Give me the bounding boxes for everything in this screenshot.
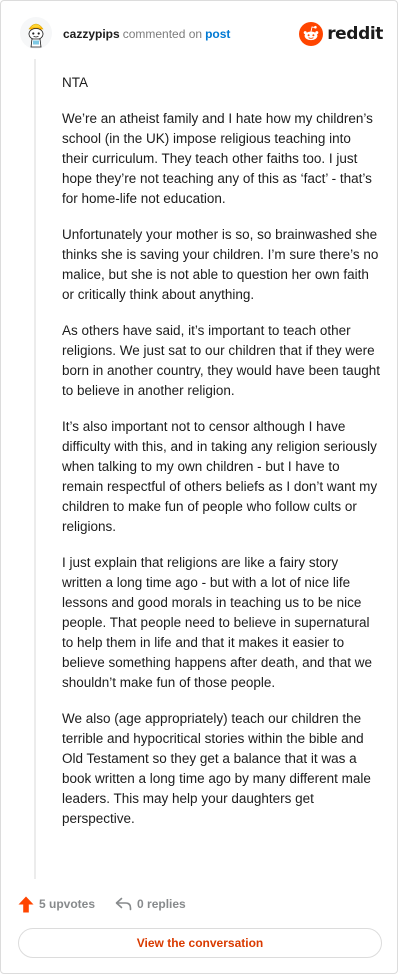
reddit-wordmark: reddit (327, 24, 383, 44)
replies-count: 0 replies (137, 897, 186, 911)
thread-line[interactable] (34, 59, 36, 879)
upvote-arrow-icon (18, 896, 34, 912)
upvote-button[interactable]: 5 upvotes (18, 896, 95, 913)
comment-meta: cazzypips commented on post (63, 27, 230, 41)
author-name[interactable]: cazzypips (63, 27, 120, 41)
comment-card: cazzypips commented on post reddit NTA We’… (0, 0, 398, 974)
comment-actions: 5 upvotes 0 replies (18, 893, 186, 915)
post-link[interactable]: post (205, 27, 230, 41)
reply-button[interactable]: 0 replies (115, 897, 186, 911)
comment-paragraph: We also (age appropriately) teach our ch… (62, 711, 371, 826)
upvotes-count: 5 upvotes (39, 897, 96, 911)
reddit-snoo-icon (299, 22, 324, 46)
comment-paragraph: Unfortunately your mother is so, so brai… (62, 227, 379, 302)
comment-paragraph: It’s also important not to censor althou… (62, 419, 378, 534)
comment-paragraph: NTA (62, 75, 88, 90)
comment-paragraph: I just explain that religions are like a… (62, 555, 372, 690)
comment-body: NTA We’re an atheist family and I hate h… (62, 73, 380, 845)
comment-header: cazzypips commented on post reddit (1, 1, 399, 65)
avatar-icon (20, 17, 52, 49)
reddit-logo[interactable]: reddit (299, 21, 383, 47)
reply-arrow-icon (115, 897, 132, 911)
view-conversation-button[interactable]: View the conversation (18, 928, 382, 958)
user-avatar[interactable] (20, 17, 52, 49)
comment-paragraph: As others have said, it’s important to t… (62, 323, 380, 398)
comment-paragraph: We’re an atheist family and I hate how m… (62, 111, 373, 206)
commented-on-text: commented on (122, 27, 203, 41)
